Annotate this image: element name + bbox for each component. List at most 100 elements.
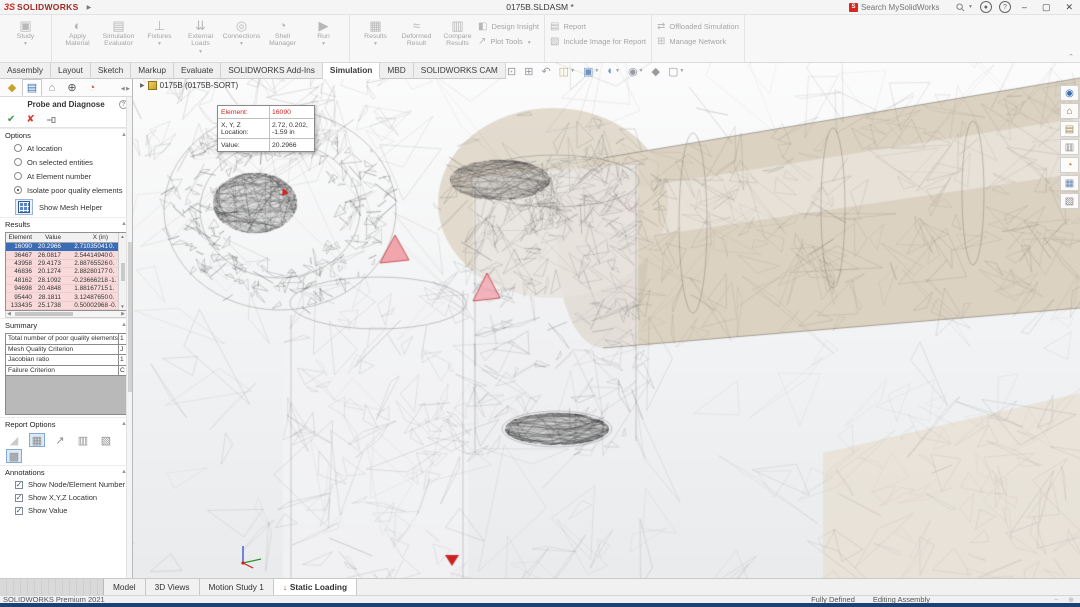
graphics-viewport[interactable]: ◀ ▶ ⊡ ⊞ ↶ ◫▼ ▣▼ ◐▼ ◉▼ ◆ ▢▼ ▶ 0175B (0175… [133,63,1080,580]
option-isolate-poor-quality[interactable]: Isolate poor quality elements [0,183,132,197]
option-on-selected-entities[interactable]: On selected entities [0,155,132,169]
tab-scroller-handle[interactable] [0,579,104,595]
table-row[interactable]: 9544028.18113.124876500. [6,293,118,301]
report-option-plot-icon[interactable]: ↗ [52,433,68,447]
propertymanager-tab-icon[interactable]: ▤ [22,79,42,96]
manage-network-button[interactable]: ⊞ Manage Network [657,36,739,47]
table-row[interactable]: 4395829.41732.887655260. [6,260,118,268]
radio-icon[interactable] [14,172,22,180]
view-settings-icon[interactable]: ▢▼ [668,65,684,78]
table-row[interactable]: 4816228.1092-0.23666218-1. [6,277,118,285]
units-icon[interactable]: ⊕ [1068,596,1074,604]
displaymanager-tab-icon[interactable]: ◔ [82,79,102,96]
hide-show-items-icon[interactable]: ◉▼ [628,65,644,78]
plot-tools-dropdown-icon[interactable]: ▼ [527,40,532,45]
report-option-graph-icon[interactable]: ▥ [75,433,91,447]
show-mesh-helper-button[interactable]: Show Mesh Helper [0,197,132,217]
results-button[interactable]: ▦ Results ▼ [355,16,396,46]
tab-mbd[interactable]: MBD [380,63,413,79]
tab-evaluate[interactable]: Evaluate [174,63,221,79]
run-button[interactable]: ▶ Run ▼ [303,16,344,46]
apply-material-button[interactable]: ◐ Apply Material [57,16,98,54]
report-option-image-icon[interactable]: ▧ [98,433,114,447]
table-row[interactable]: 13343525.17380.50002968-0. [6,302,118,310]
external-loads-dropdown-icon[interactable]: ▼ [198,49,203,54]
offloaded-simulation-button[interactable]: ⇄ Offloaded Simulation [657,21,739,32]
compare-results-button[interactable]: ▥ Compare Results [437,16,478,54]
ribbon-collapse-icon[interactable]: ⌃ [1068,53,1074,61]
section-view-icon[interactable]: ◫▼ [559,65,575,78]
tree-expand-icon[interactable]: ▶ [140,82,145,89]
connections-dropdown-icon[interactable]: ▼ [239,41,244,46]
dimxpertmanager-tab-icon[interactable]: ⊕ [62,79,82,96]
design-library-tab-icon[interactable]: ⌂ [1060,103,1079,119]
report-options-section-header[interactable]: Report Options ▲ [0,417,132,430]
col-element[interactable]: Element [6,234,34,241]
file-explorer-tab-icon[interactable]: ▤ [1060,121,1079,137]
help-icon[interactable]: ? [999,1,1011,13]
tab-sketch[interactable]: Sketch [91,63,131,79]
radio-icon[interactable] [14,144,22,152]
resources-tab-icon[interactable]: ◉ [1060,85,1079,101]
manager-tab-scroll-icons[interactable]: ◀ ▶ [121,86,132,96]
design-insight-button[interactable]: ◧ Design Insight [478,21,539,32]
forum-tab-icon[interactable]: ▧ [1060,193,1079,209]
results-dropdown-icon[interactable]: ▼ [373,41,378,46]
featuremanager-tab-icon[interactable]: ◆ [2,79,22,96]
configurationmanager-tab-icon[interactable]: ⌂ [42,79,62,96]
annotations-section-header[interactable]: Annotations ▲ [0,465,132,478]
display-style-icon[interactable]: ◐▼ [607,65,620,77]
tab-layout[interactable]: Layout [51,63,91,79]
simulation-evaluator-button[interactable]: ▤ Simulation Evaluator [98,16,139,54]
col-value[interactable]: Value [34,234,63,241]
col-x[interactable]: X (in) [63,234,109,241]
search-options-caret-icon[interactable]: ▼ [968,4,973,10]
feature-tree-root[interactable]: ▶ 0175B (0175B-SORT) [140,81,238,90]
radio-icon[interactable] [14,158,22,166]
tab-model[interactable]: Model [104,579,146,595]
annotation-show-value[interactable]: ✓ Show Value [0,504,132,517]
scroll-thumb[interactable] [15,312,73,316]
scroll-down-icon[interactable]: ▼ [120,304,124,309]
annotation-show-xyz[interactable]: ✓ Show X,Y,Z Location [0,491,132,504]
results-section-header[interactable]: Results ▲ [0,217,132,230]
scroll-up-icon[interactable]: ▲ [120,234,124,239]
search-input[interactable] [861,3,953,12]
fixtures-button[interactable]: ⊥ Fixtures ▼ [139,16,180,46]
checkbox-checked-icon[interactable]: ✓ [15,507,23,515]
scroll-thumb[interactable] [121,263,125,281]
tab-solidworks-cam[interactable]: SOLIDWORKS CAM [414,63,506,79]
include-image-for-report-button[interactable]: ▧ Include Image for Report [550,36,646,47]
search-icon[interactable] [956,3,965,12]
view-palette-tab-icon[interactable]: ▥ [1060,139,1079,155]
report-option-capture-image-icon[interactable]: ▦ [29,433,45,447]
tab-solidworks-add-ins[interactable]: SOLIDWORKS Add-Ins [221,63,323,79]
zoom-to-fit-icon[interactable]: ⊡ [507,65,516,78]
deformed-result-button[interactable]: ≈ Deformed Result [396,16,437,54]
zoom-to-area-icon[interactable]: ⊞ [524,65,533,78]
ok-button[interactable]: ✔ [7,114,15,125]
report-button[interactable]: ▤ Report [550,21,646,32]
tab-assembly[interactable]: Assembly [0,63,51,79]
table-row[interactable]: 4683620.12742.882801770. [6,268,118,276]
user-account-icon[interactable]: ● [980,1,992,13]
restore-button[interactable]: ▢ [1038,2,1055,13]
scroll-thumb[interactable] [128,242,132,392]
external-loads-button[interactable]: ⇊ External Loads ▼ [180,16,221,54]
shell-manager-button[interactable]: ◔ Shell Manager [262,16,303,54]
tab-markup[interactable]: Markup [131,63,174,79]
minimize-button[interactable]: – [1018,2,1031,12]
table-row[interactable]: 3646726.08172.544149400. [6,251,118,259]
cancel-button[interactable]: ✘ [26,114,34,125]
connections-button[interactable]: ◎ Connections ▼ [221,16,262,46]
summary-section-header[interactable]: Summary ▲ [0,318,132,331]
view-orientation-icon[interactable]: ▣▼ [583,65,599,78]
previous-view-icon[interactable]: ↶ [541,65,550,78]
table-row[interactable]: 9469820.48481.881677151. [6,285,118,293]
search-box[interactable]: S ▼ [849,3,973,12]
scroll-right-icon[interactable]: ▶ [121,311,125,317]
edit-appearance-icon[interactable]: ◆ [652,65,660,78]
panel-scrollbar[interactable] [126,97,132,578]
study-dropdown-icon[interactable]: ▼ [23,41,28,46]
tab-static-loading[interactable]: ↓ Static Loading [274,579,357,595]
